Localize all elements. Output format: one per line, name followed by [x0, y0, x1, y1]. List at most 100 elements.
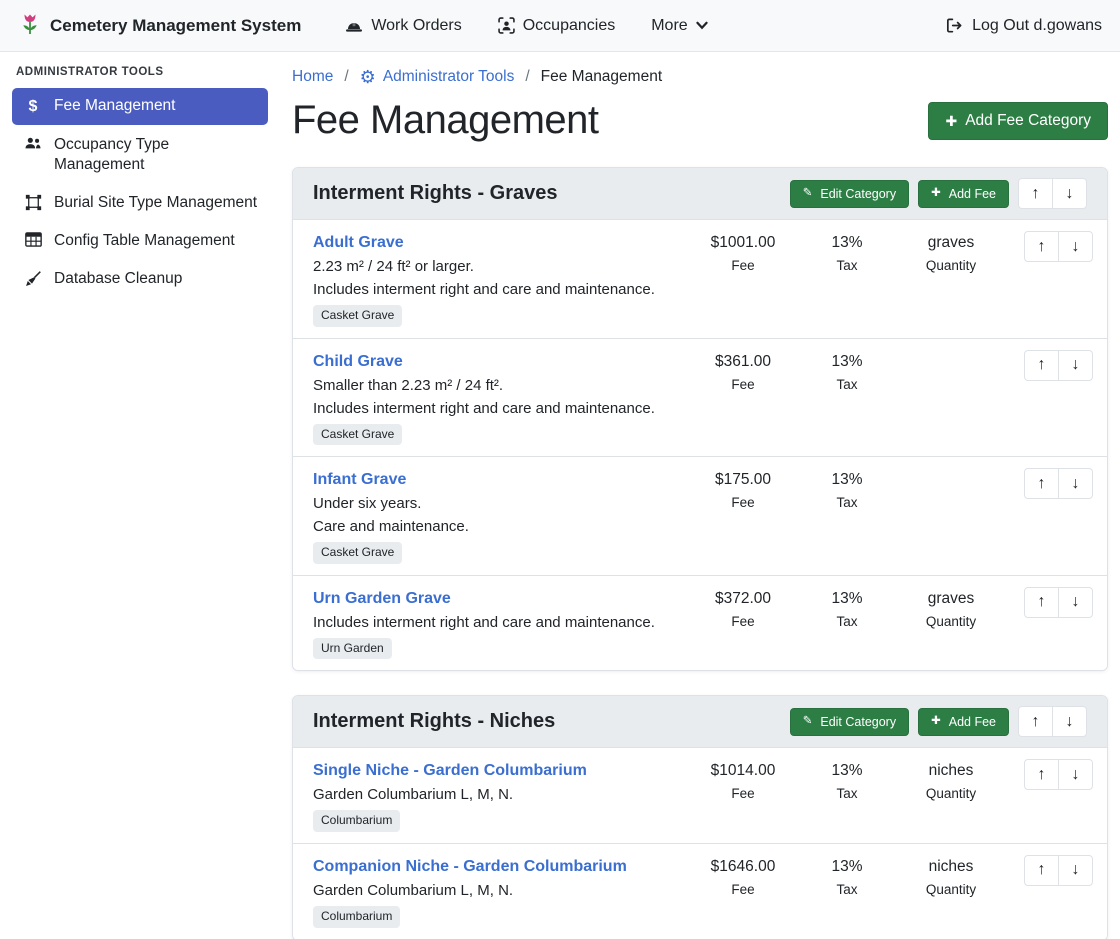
- broom-icon: [22, 270, 44, 287]
- sidebar-item-burial-site-type-management[interactable]: Burial Site Type Management: [12, 185, 268, 221]
- fee-name-link[interactable]: Companion Niche - Garden Columbarium: [313, 855, 627, 879]
- fee-move-down-button[interactable]: ↓: [1058, 231, 1093, 262]
- category-title: Interment Rights - Graves: [313, 182, 558, 205]
- fee-description-line: Includes interment right and care and ma…: [313, 611, 683, 634]
- fee-tax-col: 13% Tax: [795, 759, 899, 805]
- fee-info: Infant Grave Under six years. Care and m…: [313, 468, 691, 564]
- breadcrumb: Home / ⚙ Administrator Tools / Fee Manag…: [292, 58, 1108, 86]
- sidebar-item-fee-management[interactable]: $ Fee Management: [12, 88, 268, 125]
- fee-name-link[interactable]: Infant Grave: [313, 468, 406, 492]
- fee-description-line: Garden Columbarium L, M, N.: [313, 879, 683, 902]
- fee-tax-value: 13%: [795, 468, 899, 492]
- fee-move-up-button[interactable]: ↑: [1024, 350, 1059, 381]
- fee-amount-col: $1001.00 Fee: [691, 231, 795, 277]
- fee-move-down-button[interactable]: ↓: [1058, 759, 1093, 790]
- fee-name-link[interactable]: Single Niche - Garden Columbarium: [313, 759, 587, 783]
- sidebar-item-label: Fee Management: [54, 96, 176, 116]
- fee-tax-value: 13%: [795, 759, 899, 783]
- fee-row: Companion Niche - Garden Columbarium Gar…: [293, 844, 1107, 939]
- arrow-up-icon: ↑: [1038, 766, 1046, 784]
- fee-name-link[interactable]: Child Grave: [313, 350, 403, 374]
- sidebar-section-title: ADMINISTRATOR TOOLS: [12, 64, 268, 88]
- arrow-up-icon: ↑: [1038, 238, 1046, 256]
- fee-amount-col: $175.00 Fee: [691, 468, 795, 514]
- edit-category-button[interactable]: ✎ Edit Category: [790, 708, 909, 736]
- fee-row: Single Niche - Garden Columbarium Garden…: [293, 748, 1107, 844]
- logout-label: Log Out d.gowans: [972, 17, 1102, 35]
- nav-occupancies[interactable]: Occupancies: [498, 17, 616, 35]
- fee-tax-label: Tax: [795, 255, 899, 277]
- category-reorder-group: ↑ ↓: [1018, 706, 1087, 737]
- add-fee-button[interactable]: ✚ Add Fee: [918, 180, 1009, 208]
- add-fee-button[interactable]: ✚ Add Fee: [918, 708, 1009, 736]
- fee-move-down-button[interactable]: ↓: [1058, 468, 1093, 499]
- fee-amount-col: $1646.00 Fee: [691, 855, 795, 901]
- breadcrumb-administrator-tools[interactable]: ⚙ Administrator Tools: [360, 68, 515, 86]
- fee-move-up-button[interactable]: ↑: [1024, 855, 1059, 886]
- gear-icon: ⚙: [360, 68, 376, 86]
- add-fee-category-button[interactable]: ✚ Add Fee Category: [928, 102, 1108, 140]
- fee-reorder-group: ↑ ↓: [1024, 350, 1093, 381]
- nav-work-orders-label: Work Orders: [371, 17, 461, 35]
- fee-move-down-button[interactable]: ↓: [1058, 855, 1093, 886]
- breadcrumb-current: Fee Management: [541, 68, 663, 86]
- edit-category-button[interactable]: ✎ Edit Category: [790, 180, 909, 208]
- fee-tax-col: 13% Tax: [795, 855, 899, 901]
- add-fee-category-label: Add Fee Category: [965, 112, 1091, 130]
- breadcrumb-separator: /: [525, 68, 529, 86]
- dollar-icon: $: [22, 97, 44, 117]
- fee-move-down-button[interactable]: ↓: [1058, 587, 1093, 618]
- breadcrumb-section-label: Administrator Tools: [383, 68, 515, 86]
- arrow-down-icon: ↓: [1066, 713, 1074, 731]
- fee-amount-value: $1014.00: [691, 759, 795, 783]
- fee-row: Adult Grave 2.23 m² / 24 ft² or larger. …: [293, 220, 1107, 339]
- pencil-icon: ✎: [803, 188, 813, 200]
- fee-description-line: Smaller than 2.23 m² / 24 ft².: [313, 374, 683, 397]
- fee-move-up-button[interactable]: ↑: [1024, 759, 1059, 790]
- sidebar-item-database-cleanup[interactable]: Database Cleanup: [12, 261, 268, 297]
- hard-hat-icon: [345, 18, 363, 34]
- plus-icon: ✚: [931, 188, 941, 200]
- fee-reorder-group: ↑ ↓: [1024, 587, 1093, 618]
- fee-name-link[interactable]: Adult Grave: [313, 231, 404, 255]
- fee-tax-col: 13% Tax: [795, 350, 899, 396]
- category-move-up-button[interactable]: ↑: [1018, 706, 1053, 737]
- category-move-down-button[interactable]: ↓: [1052, 706, 1087, 737]
- tulip-logo-icon: [18, 13, 42, 39]
- fee-move-down-button[interactable]: ↓: [1058, 350, 1093, 381]
- category-move-up-button[interactable]: ↑: [1018, 178, 1053, 209]
- fee-reorder-group: ↑ ↓: [1024, 855, 1093, 886]
- fee-quantity-label: Quantity: [899, 783, 1003, 805]
- category-move-down-button[interactable]: ↓: [1052, 178, 1087, 209]
- nav-more[interactable]: More: [651, 17, 707, 35]
- fee-move-up-button[interactable]: ↑: [1024, 587, 1059, 618]
- fee-move-up-button[interactable]: ↑: [1024, 468, 1059, 499]
- nav-occupancies-label: Occupancies: [523, 17, 616, 35]
- fee-tax-col: 13% Tax: [795, 231, 899, 277]
- logout-link[interactable]: Log Out d.gowans: [945, 17, 1102, 35]
- fee-row: Infant Grave Under six years. Care and m…: [293, 457, 1107, 576]
- fee-quantity-col: graves Quantity: [899, 587, 1003, 633]
- add-fee-label: Add Fee: [949, 715, 996, 729]
- sidebar-item-occupancy-type-management[interactable]: Occupancy Type Management: [12, 127, 268, 183]
- fee-type-badge: Casket Grave: [313, 305, 402, 327]
- main-content: Home / ⚙ Administrator Tools / Fee Manag…: [280, 52, 1120, 939]
- breadcrumb-home[interactable]: Home: [292, 68, 333, 86]
- fee-tax-col: 13% Tax: [795, 468, 899, 514]
- fee-amount-label: Fee: [691, 879, 795, 901]
- top-navbar: Cemetery Management System Work Orders: [0, 0, 1120, 52]
- fee-quantity-label: Quantity: [899, 611, 1003, 633]
- fee-tax-label: Tax: [795, 879, 899, 901]
- fee-move-up-button[interactable]: ↑: [1024, 231, 1059, 262]
- app-brand[interactable]: Cemetery Management System: [18, 13, 301, 39]
- nav-work-orders[interactable]: Work Orders: [345, 17, 461, 35]
- fee-tax-col: 13% Tax: [795, 587, 899, 633]
- sidebar-item-config-table-management[interactable]: Config Table Management: [12, 223, 268, 259]
- fee-amount-label: Fee: [691, 492, 795, 514]
- table-icon: [22, 232, 44, 247]
- fee-row: Child Grave Smaller than 2.23 m² / 24 ft…: [293, 339, 1107, 458]
- fee-quantity-label: Quantity: [899, 255, 1003, 277]
- fee-quantity-col: niches Quantity: [899, 759, 1003, 805]
- fee-name-link[interactable]: Urn Garden Grave: [313, 587, 451, 611]
- fee-description-line: Includes interment right and care and ma…: [313, 278, 683, 301]
